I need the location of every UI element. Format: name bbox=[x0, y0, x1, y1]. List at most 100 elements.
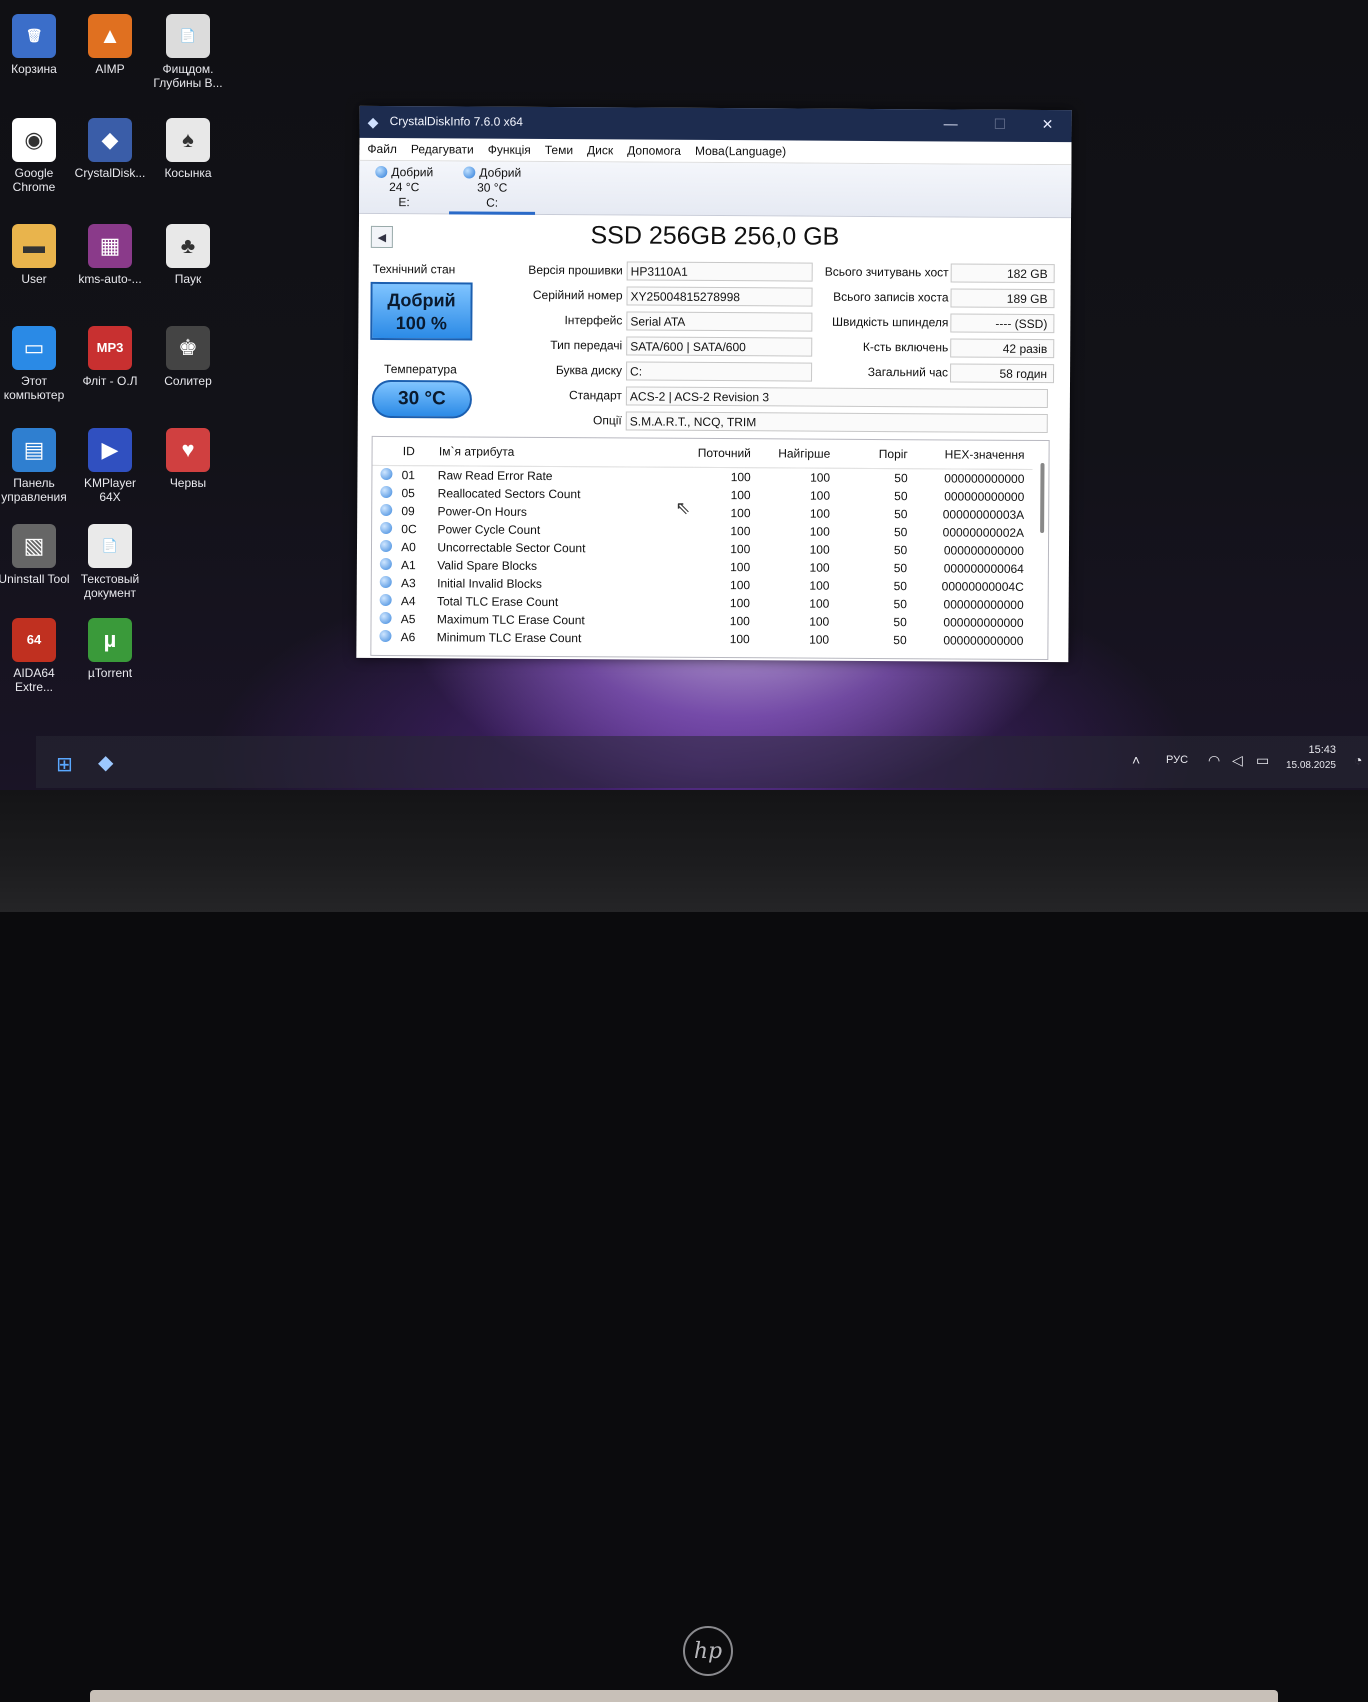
cell-attribute-name: Minimum TLC Erase Count bbox=[436, 630, 582, 646]
cell-raw-value: 00000000003A bbox=[942, 507, 1025, 522]
health-status-box[interactable]: Добрий 100 % bbox=[370, 281, 473, 341]
cell-status bbox=[371, 628, 400, 646]
temperature-label: Температура bbox=[384, 361, 457, 377]
cell-raw-value: 000000000000 bbox=[944, 471, 1025, 486]
cell-raw-value: 000000000000 bbox=[943, 633, 1024, 648]
tray-chevron-up-icon[interactable]: ˄ bbox=[1132, 752, 1140, 768]
disk-button-e[interactable]: Добрий 24 °C E: bbox=[361, 165, 447, 212]
firmware-label: Версія прошивки bbox=[528, 262, 623, 278]
drive-letter-label: Буква диску bbox=[555, 363, 623, 378]
solitaire-king-icon: ♚ bbox=[166, 326, 210, 370]
desktop-shortcut[interactable]: 64 AIDA64 Extre... bbox=[0, 618, 72, 694]
cell-attribute-name: Uncorrectable Sector Count bbox=[437, 540, 586, 556]
status-good-icon bbox=[380, 521, 393, 534]
start-button[interactable]: ⊞ bbox=[56, 752, 73, 777]
desktop-shortcut-label: Панель управления bbox=[1, 476, 67, 504]
cell-raw-value: 00000000002A bbox=[942, 525, 1025, 540]
firmware-value: HP3110A1 bbox=[626, 261, 813, 282]
desktop-shortcut[interactable]: ▲ AIMP bbox=[72, 14, 148, 76]
desktop-shortcut[interactable]: µ µTorrent bbox=[72, 618, 148, 680]
smart-header-row: ID Ім`я атрибута Поточний Найгірше Поріг… bbox=[372, 436, 1033, 470]
notification-bell-icon[interactable]: ◔ bbox=[1354, 752, 1362, 768]
cell-worst: 100 bbox=[809, 524, 830, 539]
header-id[interactable]: ID bbox=[401, 437, 439, 466]
cell-worst: 100 bbox=[810, 470, 831, 485]
cell-threshold: 50 bbox=[893, 597, 907, 612]
desktop-shortcut[interactable]: ▭ Этот компьютер bbox=[0, 326, 72, 402]
desktop-shortcut[interactable]: ▶ KMPlayer 64X bbox=[72, 428, 148, 504]
desktop-screen: 🗑 Корзина ▲ AIMP 📄 Фищдом. Глубины В... ◉ Googl… bbox=[0, 0, 1368, 800]
host-reads-value: 182 GB bbox=[950, 263, 1055, 284]
cell-id: A0 bbox=[401, 540, 416, 555]
desktop-shortcut[interactable]: ▤ Панель управления bbox=[0, 428, 72, 504]
header-raw-value[interactable]: HEX-значення bbox=[915, 440, 1033, 470]
cell-attribute-name: Total TLC Erase Count bbox=[436, 594, 559, 610]
menu-file[interactable]: Файл bbox=[367, 142, 397, 156]
desktop-shortcut[interactable]: ▧ Uninstall Tool bbox=[0, 524, 72, 586]
header-threshold[interactable]: Поріг bbox=[838, 439, 916, 469]
title-bar[interactable]: ◆ CrystalDiskInfo 7.6.0 x64 — ☐ ✕ bbox=[359, 105, 1072, 143]
header-worst[interactable]: Найгірше bbox=[758, 439, 839, 469]
taskbar-crystaldisk-button[interactable]: ◆ bbox=[98, 750, 113, 775]
health-good-icon bbox=[375, 165, 388, 179]
cell-worst: 100 bbox=[809, 632, 830, 647]
menu-themes[interactable]: Теми bbox=[545, 143, 573, 157]
minimize-icon[interactable]: — bbox=[944, 115, 958, 131]
menu-function[interactable]: Функція bbox=[488, 143, 531, 157]
disk-button-c[interactable]: Добрий 30 °C C: bbox=[449, 165, 536, 215]
desktop-shortcut[interactable]: 📄 Текстовый документ bbox=[72, 524, 148, 600]
disk-status: Добрий bbox=[479, 165, 522, 180]
volume-icon[interactable]: ◁ bbox=[1232, 752, 1243, 769]
cell-raw-value: 000000000064 bbox=[943, 561, 1024, 576]
clock-time[interactable]: 15:43 bbox=[1292, 744, 1336, 756]
menu-edit[interactable]: Редагувати bbox=[411, 142, 474, 156]
table-scrollbar[interactable] bbox=[1040, 462, 1045, 534]
desktop-shortcut[interactable]: ◆ CrystalDisk... bbox=[72, 118, 148, 180]
maximize-icon[interactable]: ☐ bbox=[994, 116, 1007, 133]
desktop-shortcut[interactable]: ▬ User bbox=[0, 224, 72, 286]
hp-logo: hp bbox=[683, 1626, 733, 1676]
smart-attributes-table[interactable]: ID Ім`я атрибута Поточний Найгірше Поріг… bbox=[370, 435, 1050, 661]
header-status[interactable] bbox=[372, 436, 402, 466]
desktop-shortcut[interactable]: ▦ kms-auto-... bbox=[72, 224, 148, 286]
desktop-shortcut[interactable]: MP3 Фліт - О.Л bbox=[72, 326, 148, 388]
desktop-shortcut[interactable]: 📄 Фищдом. Глубины В... bbox=[150, 14, 226, 90]
power-count-label: К-сть включень bbox=[862, 339, 949, 355]
desktop-shortcut[interactable]: ♠ Косынка bbox=[150, 118, 226, 180]
hearts-icon: ♥ bbox=[166, 428, 210, 472]
desktop-shortcut-label: CrystalDisk... bbox=[74, 166, 146, 180]
battery-icon[interactable]: ▭ bbox=[1256, 752, 1269, 769]
menu-language[interactable]: Мова(Language) bbox=[695, 144, 786, 159]
wifi-icon[interactable]: ◠ bbox=[1208, 752, 1220, 769]
header-current[interactable]: Поточний bbox=[679, 438, 759, 468]
interface-label: Інтерфейс bbox=[564, 313, 623, 328]
desktop-shortcut[interactable]: ♚ Солитер bbox=[150, 326, 226, 388]
desktop-shortcut-label: AIDA64 Extre... bbox=[13, 666, 55, 694]
close-icon[interactable]: ✕ bbox=[1042, 116, 1054, 133]
desktop-shortcut[interactable]: ♣ Паук bbox=[150, 224, 226, 286]
cell-current: 100 bbox=[730, 506, 751, 521]
table-row[interactable]: A6 Minimum TLC Erase Count 100 100 50 0000000… bbox=[371, 628, 1031, 650]
status-good-icon bbox=[379, 629, 392, 642]
rotation-value: ---- (SSD) bbox=[950, 313, 1055, 334]
menu-help[interactable]: Допомога bbox=[627, 143, 681, 157]
header-attribute-name[interactable]: Ім`я атрибута bbox=[437, 437, 680, 468]
computer-icon: ▭ bbox=[12, 326, 56, 370]
desktop-shortcut[interactable]: ♥ Червы bbox=[150, 428, 226, 490]
menu-disk[interactable]: Диск bbox=[587, 143, 613, 157]
clock-date[interactable]: 15.08.2025 bbox=[1280, 760, 1336, 771]
aimp-icon: ▲ bbox=[88, 14, 132, 58]
status-good-icon bbox=[379, 575, 392, 588]
temperature-box[interactable]: 30 °C bbox=[371, 379, 473, 419]
standard-value: ACS-2 | ACS-2 Revision 3 bbox=[625, 386, 1048, 409]
desktop-shortcut[interactable]: ◉ Google Chrome bbox=[0, 118, 72, 194]
desktop-shortcut[interactable]: 🗑 Корзина bbox=[0, 14, 72, 76]
desktop-shortcut-label: User bbox=[21, 272, 47, 286]
mouse-cursor-icon: ⇖ bbox=[675, 497, 691, 518]
cell-id: A4 bbox=[400, 594, 416, 609]
cell-id: 05 bbox=[401, 486, 415, 501]
cell-worst: 100 bbox=[809, 506, 830, 521]
serial-value: XY25004815278998 bbox=[626, 286, 813, 307]
input-language[interactable]: РУС bbox=[1166, 754, 1188, 766]
cell-attribute-name: Valid Spare Blocks bbox=[437, 558, 538, 573]
